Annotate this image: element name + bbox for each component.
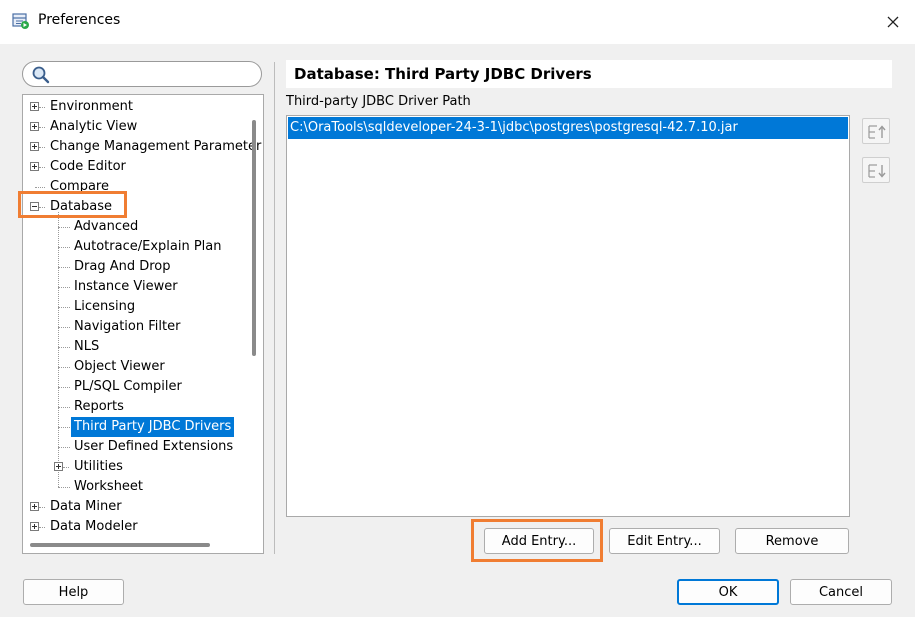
ok-button[interactable]: OK	[677, 579, 779, 605]
tree-item[interactable]: Worksheet	[23, 477, 263, 497]
expand-icon[interactable]	[30, 162, 39, 171]
tree-item[interactable]: Object Viewer	[23, 357, 263, 377]
expand-icon[interactable]	[30, 522, 39, 531]
tree-connector	[63, 467, 69, 468]
tree-connector	[58, 247, 70, 248]
tree-item[interactable]: Environment	[23, 97, 263, 117]
tree-item[interactable]: PL/SQL Compiler	[23, 377, 263, 397]
tree-item-label: Autotrace/Explain Plan	[74, 239, 222, 254]
cancel-button[interactable]: Cancel	[790, 579, 892, 605]
tree-item-label: Drag And Drop	[74, 259, 171, 274]
tree-item[interactable]: Change Management Parameter	[23, 137, 263, 157]
tree-horizontal-scrollbar[interactable]	[30, 543, 210, 547]
tree-item-label: Licensing	[74, 299, 136, 314]
tree-item-label: Analytic View	[50, 119, 138, 134]
tree-item-label: Worksheet	[74, 479, 144, 494]
tree-item-label: Data Miner	[50, 499, 122, 514]
tree-item[interactable]: User Defined Extensions	[23, 437, 263, 457]
tree-connector	[58, 227, 70, 228]
tree-item-label: Change Management Parameter	[50, 139, 262, 154]
help-button[interactable]: Help	[23, 579, 124, 605]
tree-item-label: Environment	[50, 99, 134, 114]
tree-connector	[39, 507, 45, 508]
preferences-app-icon	[12, 13, 29, 29]
title-bar: Preferences	[0, 0, 915, 44]
search-icon	[32, 66, 50, 84]
tree-item[interactable]: Reports	[23, 397, 263, 417]
tree-connector	[39, 127, 45, 128]
tree-item-label: Object Viewer	[74, 359, 165, 374]
add-entry-highlight-box	[471, 519, 603, 562]
tree-item-label: Data Modeler	[50, 519, 138, 534]
tree-item[interactable]: Third Party JDBC Drivers	[23, 417, 263, 437]
tree-connector	[58, 307, 70, 308]
expand-icon[interactable]	[54, 462, 63, 471]
window-title: Preferences	[38, 12, 121, 28]
tree-connector	[58, 367, 70, 368]
expand-icon[interactable]	[30, 122, 39, 131]
tree-connector	[58, 407, 70, 408]
tree-item[interactable]: Utilities	[23, 457, 263, 477]
database-highlight-box	[18, 191, 127, 218]
tree-item[interactable]: Licensing	[23, 297, 263, 317]
tree-item[interactable]: Autotrace/Explain Plan	[23, 237, 263, 257]
tree-connector	[39, 147, 45, 148]
tree-item-label: Code Editor	[50, 159, 126, 174]
tree-connector	[39, 527, 45, 528]
tree-item[interactable]: Instance Viewer	[23, 277, 263, 297]
tree-vertical-scrollbar[interactable]	[252, 120, 256, 356]
tree-item[interactable]: Data Miner	[23, 497, 263, 517]
tree-connector	[58, 267, 70, 268]
expand-icon[interactable]	[30, 502, 39, 511]
list-item[interactable]: C:\OraTools\sqldeveloper-24-3-1\jdbc\pos…	[288, 117, 848, 139]
tree-item[interactable]: Navigation Filter	[23, 317, 263, 337]
tree-item[interactable]: Data Modeler	[23, 517, 263, 537]
tree-item-label: NLS	[74, 339, 100, 354]
close-icon[interactable]	[876, 6, 910, 38]
tree-item-label: Advanced	[74, 219, 139, 234]
tree-item-label: Reports	[74, 399, 124, 414]
move-up-icon	[868, 125, 886, 139]
tree-connector	[58, 487, 70, 488]
tree-item[interactable]: Advanced	[23, 217, 263, 237]
edit-entry-button[interactable]: Edit Entry...	[609, 528, 720, 554]
page-header: Database: Third Party JDBC Drivers	[286, 60, 892, 88]
tree-connector	[58, 327, 70, 328]
tree-connector	[35, 187, 45, 188]
tree-item-label: Utilities	[74, 459, 123, 474]
driver-path-label: Third-party JDBC Driver Path	[286, 94, 471, 109]
tree-connector	[39, 167, 45, 168]
tree-connector	[58, 347, 70, 348]
page-title: Database: Third Party JDBC Drivers	[294, 65, 592, 83]
panel-splitter[interactable]	[274, 62, 275, 554]
search-box[interactable]	[22, 61, 262, 87]
tree-item[interactable]: NLS	[23, 337, 263, 357]
remove-button[interactable]: Remove	[735, 528, 849, 554]
expand-icon[interactable]	[30, 102, 39, 111]
tree-item-label: Navigation Filter	[74, 319, 181, 334]
tree-item[interactable]: Drag And Drop	[23, 257, 263, 277]
driver-path-list[interactable]: C:\OraTools\sqldeveloper-24-3-1\jdbc\pos…	[286, 115, 850, 517]
tree-connector	[58, 447, 70, 448]
tree-connector	[58, 427, 70, 428]
expand-icon[interactable]	[30, 142, 39, 151]
search-input[interactable]	[55, 65, 255, 85]
tree-connector	[58, 287, 70, 288]
tree-item-label: User Defined Extensions	[74, 439, 234, 454]
tree-item-label: Instance Viewer	[74, 279, 178, 294]
tree-connector	[58, 387, 70, 388]
tree-item-label: Third Party JDBC Drivers	[71, 417, 235, 437]
tree-item-label: PL/SQL Compiler	[74, 379, 182, 394]
preferences-tree[interactable]: Environment Analytic View Change Managemen…	[22, 94, 264, 554]
tree-item[interactable]: Code Editor	[23, 157, 263, 177]
move-down-icon	[868, 164, 886, 178]
tree-item[interactable]: Analytic View	[23, 117, 263, 137]
move-down-button[interactable]	[862, 157, 890, 183]
tree-connector	[39, 107, 45, 108]
move-up-button[interactable]	[862, 118, 890, 144]
